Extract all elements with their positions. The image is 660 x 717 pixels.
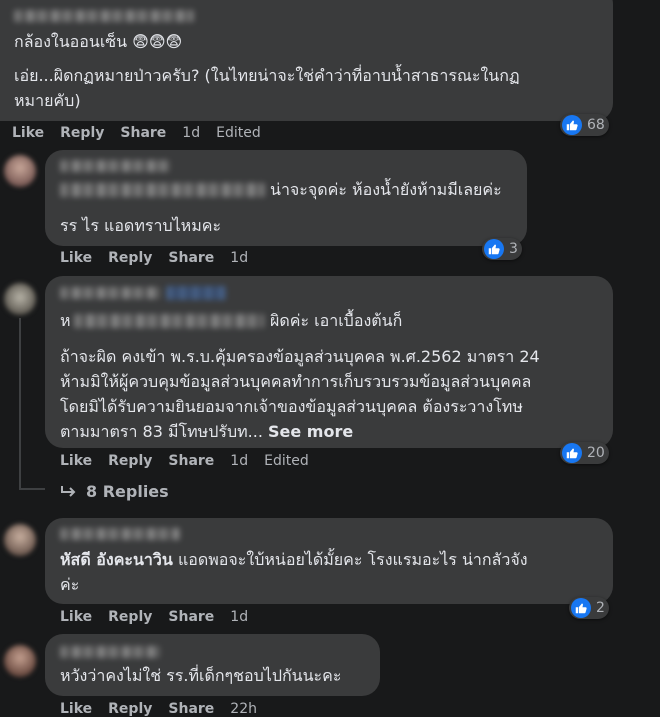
share-button[interactable]: Share <box>168 701 214 717</box>
reaction-count-text: 20 <box>587 445 605 461</box>
reaction-count-text: 68 <box>587 117 605 133</box>
mention-name[interactable]: หัสดี อังคะนาวิน <box>60 550 173 569</box>
view-replies-button[interactable]: 8 Replies <box>60 482 169 501</box>
comment-text-line: รร ไร แอดทราบไหมคะ <box>60 216 222 235</box>
share-button[interactable]: Share <box>168 250 214 266</box>
comment-text-line: โดยมิได้รับความยินยอมจากเจ้าของข้อมูลส่ว… <box>60 397 523 416</box>
like-button[interactable]: Like <box>60 250 92 266</box>
author-name-redacted <box>60 646 160 658</box>
comment-text-line: กล้องในออนเซ็น 😨😨😨 <box>14 32 183 51</box>
replies-count: 8 Replies <box>86 482 169 501</box>
avatar[interactable] <box>4 524 36 556</box>
reaction-count-text: 3 <box>509 241 518 257</box>
reply-button[interactable]: Reply <box>60 125 104 141</box>
reaction-count[interactable]: 20 <box>560 442 609 464</box>
comment-text-line: ค่ะ <box>60 575 80 594</box>
share-button[interactable]: Share <box>168 453 214 469</box>
comment-text-line: หมายคับ) <box>14 91 81 110</box>
reaction-count[interactable]: 68 <box>560 114 609 136</box>
comment-text-line: ห้ามมิให้ผู้ควบคุมข้อมูลส่วนบุคคลทำการเก… <box>60 372 532 391</box>
share-button[interactable]: Share <box>120 125 166 141</box>
comment-actions: Like Reply Share 1d Edited <box>60 453 325 469</box>
author-name-redacted <box>60 287 160 299</box>
timestamp[interactable]: 1d <box>230 609 248 625</box>
comment-text: แอดพอจะใบ้หน่อยได้มั้ยคะ โรงแรมอะไร น่าก… <box>177 550 528 569</box>
reaction-count-text: 2 <box>596 600 605 616</box>
timestamp[interactable]: 1d <box>230 453 248 469</box>
reply-button[interactable]: Reply <box>108 453 152 469</box>
comment-text-line: ตามมาตรา 83 มีโทษปรับท... See more <box>60 420 353 444</box>
edited-label[interactable]: Edited <box>216 125 261 141</box>
author-name-redacted <box>60 528 180 540</box>
comment-text-line: ผิดค่ะ เอาเบื้องต้นก็ <box>270 311 403 330</box>
author-name-redacted <box>166 286 226 300</box>
author-name-redacted <box>14 10 194 22</box>
comment-text-line: หัสดี อังคะนาวิน แอดพอจะใบ้หน่อยได้มั้ยค… <box>60 548 528 572</box>
reaction-count[interactable]: 2 <box>569 597 609 619</box>
timestamp[interactable]: 1d <box>182 125 200 141</box>
comment-actions: Like Reply Share 1d Edited <box>12 125 277 141</box>
avatar[interactable] <box>4 645 36 677</box>
timestamp[interactable]: 1d <box>230 250 248 266</box>
comment-actions: Like Reply Share 1d <box>60 250 264 266</box>
comment-text-line: ถ้าจะผิด คงเข้า พ.ร.บ.คุ้มครองข้อมูลส่วน… <box>60 347 540 366</box>
avatar[interactable] <box>4 155 36 187</box>
comment-actions: Like Reply Share 1d <box>60 609 264 625</box>
thumbs-up-icon <box>562 443 582 463</box>
edited-label[interactable]: Edited <box>264 453 309 469</box>
like-button[interactable]: Like <box>60 701 92 717</box>
mention-redacted <box>74 314 264 328</box>
comment-text-line: เอ่ย...ผิดกฏหมายป่าวครับ? (ในไทยน่าจะใช่… <box>14 66 520 85</box>
timestamp[interactable]: 22h <box>230 701 257 717</box>
avatar[interactable] <box>4 283 36 315</box>
share-button[interactable]: Share <box>168 609 214 625</box>
comment-actions: Like Reply Share 22h <box>60 701 273 717</box>
like-button[interactable]: Like <box>12 125 44 141</box>
thumbs-up-icon <box>484 239 504 259</box>
author-name-redacted <box>60 160 170 172</box>
truncated-text: ตามมาตรา 83 มีโทษปรับท... <box>60 422 263 441</box>
comment-text-line: น่าจะจุดค่ะ ห้องน้ำยังห้ามมีเลยค่ะ <box>270 180 502 199</box>
reply-button[interactable]: Reply <box>108 609 152 625</box>
reply-arrow-icon <box>60 485 78 499</box>
mention-prefix: ห <box>60 311 71 330</box>
thumbs-up-icon <box>571 598 591 618</box>
reply-button[interactable]: Reply <box>108 250 152 266</box>
comment-text-line: หวังว่าคงไม่ใช่ รร.ที่เด็กๆชอบไปกันนะคะ <box>60 666 342 685</box>
thread-line <box>19 318 21 490</box>
reaction-count[interactable]: 3 <box>482 238 522 260</box>
like-button[interactable]: Like <box>60 609 92 625</box>
thumbs-up-icon <box>562 115 582 135</box>
thread-line-curve <box>19 488 45 490</box>
like-button[interactable]: Like <box>60 453 92 469</box>
reply-button[interactable]: Reply <box>108 701 152 717</box>
mention-redacted <box>60 183 265 197</box>
see-more-link[interactable]: See more <box>268 422 353 441</box>
